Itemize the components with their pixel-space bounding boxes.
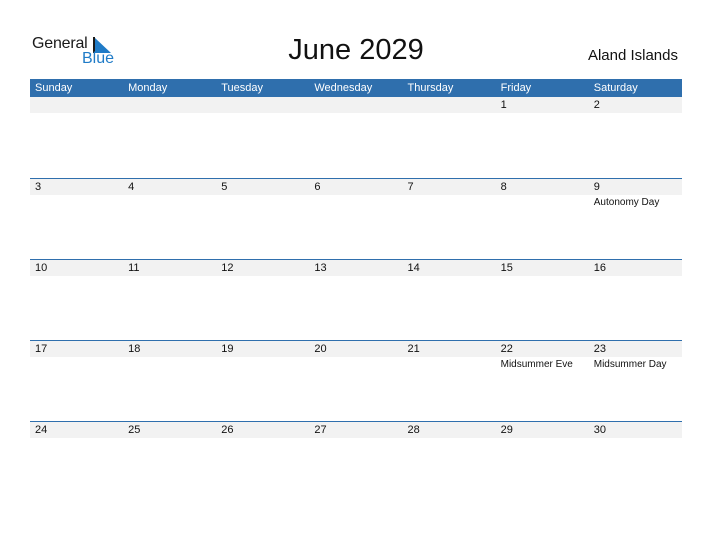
holiday-label	[309, 195, 402, 209]
weekday-wednesday: Wednesday	[314, 82, 373, 94]
holiday-label	[123, 113, 216, 114]
weekday-monday: Monday	[128, 82, 168, 94]
holiday-label	[30, 357, 123, 371]
holiday-label	[123, 195, 216, 209]
day-number: 8	[500, 181, 507, 193]
day-number: 7	[407, 181, 414, 193]
holiday-label	[496, 276, 589, 277]
holiday-row: Midsummer Eve Midsummer Day	[30, 357, 682, 371]
holiday-label: Midsummer Day	[593, 359, 667, 370]
week-row: 3 4 5 6 7 8 9 Autonomy Day	[30, 178, 682, 259]
day-number-bar: 10 11 12 13 14 15 16	[30, 260, 682, 276]
day-number: 11	[128, 262, 140, 274]
day-number: 22	[500, 343, 513, 355]
holiday-label	[403, 276, 496, 277]
day-number: 12	[221, 262, 234, 274]
weekday-thursday: Thursday	[407, 82, 454, 94]
day-number: 23	[593, 343, 606, 355]
holiday-label	[496, 438, 589, 439]
day-number: 5	[221, 181, 228, 193]
day-number-bar: 12	[30, 97, 682, 113]
day-number: 30	[593, 424, 606, 436]
day-number: 13	[314, 262, 327, 274]
day-number-bar: 3 4 5 6 7 8 9	[30, 179, 682, 195]
holiday-label	[30, 195, 123, 209]
calendar-grid: Sunday Monday Tuesday Wednesday Thursday…	[30, 79, 682, 502]
holiday-label	[123, 438, 216, 439]
week-row: 10 11 12 13 14 15 16	[30, 259, 682, 340]
holiday-row	[30, 438, 682, 439]
day-number: 18	[128, 343, 141, 355]
day-number: 4	[128, 181, 135, 193]
day-number: 17	[35, 343, 48, 355]
weekday-tuesday: Tuesday	[221, 82, 264, 94]
day-number-bar: 17 18 19 20 21 22 23	[30, 341, 682, 357]
week-row: 24 25 26 27 28 29 30	[30, 421, 682, 502]
day-number: 1	[500, 99, 507, 111]
day-number: 2	[593, 99, 600, 111]
holiday-row	[30, 276, 682, 277]
day-number: 19	[221, 343, 234, 355]
holiday-label: Midsummer Eve	[500, 359, 573, 370]
holiday-label	[589, 438, 682, 439]
day-number: 26	[221, 424, 234, 436]
holiday-label	[309, 357, 402, 371]
holiday-label	[30, 438, 123, 439]
holiday-row	[30, 113, 682, 114]
holiday-label	[216, 276, 309, 277]
holiday-label	[309, 276, 402, 277]
day-number: 9	[593, 181, 600, 193]
holiday-label	[216, 195, 309, 209]
holiday-label	[123, 276, 216, 277]
day-number	[309, 97, 402, 113]
holiday-label	[496, 195, 589, 209]
holiday-label	[403, 195, 496, 209]
weekday-saturday: Saturday	[593, 82, 638, 94]
weekday-friday: Friday	[500, 82, 532, 94]
holiday-label: Autonomy Day	[593, 197, 660, 208]
day-number	[403, 97, 496, 113]
holiday-label	[403, 438, 496, 439]
day-number: 3	[35, 181, 42, 193]
holiday-label	[216, 113, 309, 114]
holiday-label	[496, 113, 589, 114]
day-number: 24	[35, 424, 48, 436]
day-number	[30, 97, 123, 113]
day-number: 10	[35, 262, 48, 274]
weekday-header: Sunday Monday Tuesday Wednesday Thursday…	[30, 79, 682, 97]
day-number: 28	[407, 424, 420, 436]
holiday-label	[123, 357, 216, 371]
holiday-label	[30, 113, 123, 114]
day-number: 14	[407, 262, 420, 274]
day-number: 6	[314, 181, 321, 193]
day-number	[216, 97, 309, 113]
holiday-label	[309, 438, 402, 439]
country-name: Aland Islands	[587, 47, 678, 64]
holiday-label	[216, 438, 309, 439]
day-number: 29	[500, 424, 513, 436]
holiday-label	[403, 357, 496, 371]
week-row: 17 18 19 20 21 22 23 Midsummer Eve Midsummer Day	[30, 340, 682, 421]
day-number-bar: 24 25 26 27 28 29 30	[30, 422, 682, 438]
weekday-sunday: Sunday	[35, 82, 73, 94]
holiday-label	[403, 113, 496, 114]
holiday-label	[589, 276, 682, 277]
day-number	[123, 97, 216, 113]
holiday-label	[309, 113, 402, 114]
holiday-label	[30, 276, 123, 277]
day-number: 16	[593, 262, 606, 274]
day-number: 25	[128, 424, 141, 436]
week-row: 12	[30, 97, 682, 178]
holiday-label	[589, 113, 682, 114]
day-number: 20	[314, 343, 327, 355]
day-number: 27	[314, 424, 327, 436]
day-number: 15	[500, 262, 513, 274]
holiday-row: Autonomy Day	[30, 195, 682, 209]
day-number: 21	[407, 343, 420, 355]
holiday-label	[216, 357, 309, 371]
